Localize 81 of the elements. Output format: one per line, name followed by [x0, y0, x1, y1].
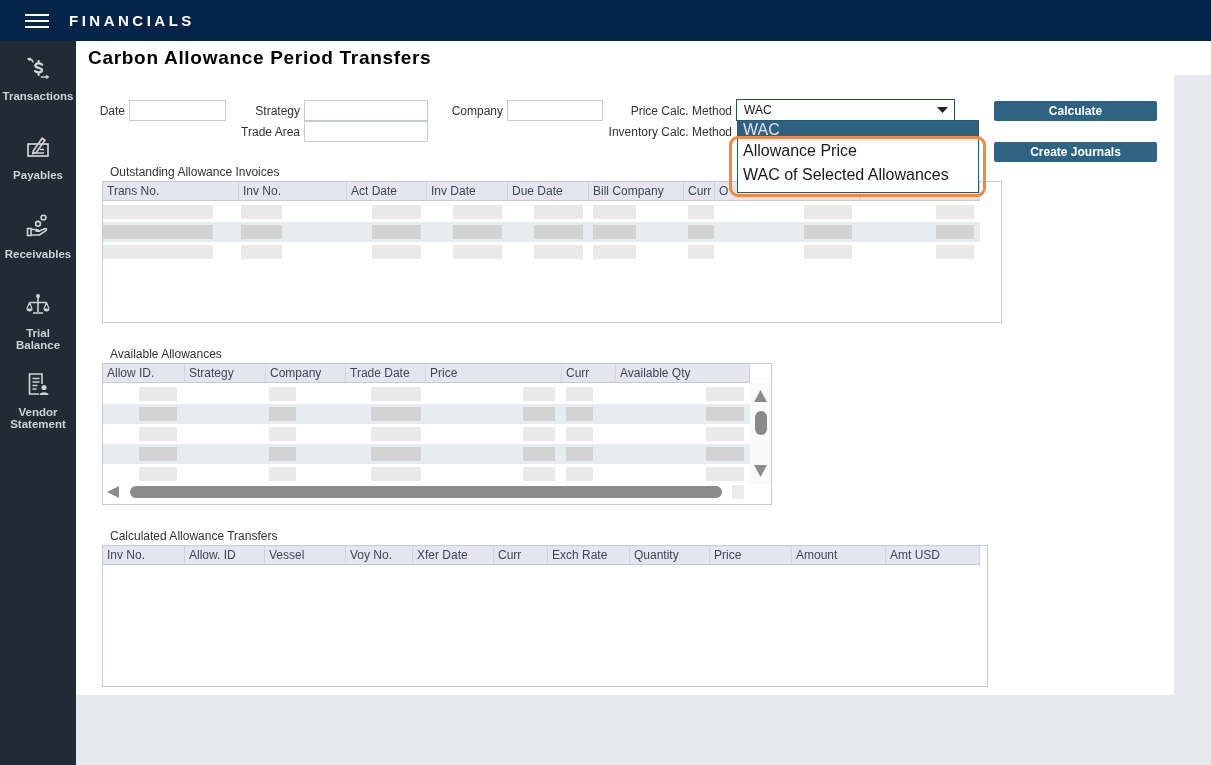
redacted-bar [139, 407, 177, 421]
column-header: Strategy [185, 364, 266, 382]
document-person-icon [26, 372, 50, 396]
redacted-bar [593, 225, 636, 239]
app-title: FINANCIALS [69, 12, 195, 29]
sidebar-item[interactable]: Vendor Statement [0, 372, 76, 430]
redacted-bar [523, 407, 555, 421]
column-header: Vessel [265, 546, 346, 564]
column-header: Bill Company [589, 182, 684, 200]
column-header: Act Date [347, 182, 427, 200]
section-title: Available Allowances [110, 347, 222, 361]
column-header: Price [710, 546, 792, 564]
column-header: Curr [684, 182, 715, 200]
redacted-bar [534, 225, 583, 239]
column-header: Curr [494, 546, 548, 564]
column-header: Company [266, 364, 346, 382]
column-header: Amt USD [886, 546, 980, 564]
menu-icon[interactable] [25, 13, 49, 28]
scroll-left-arrow-icon[interactable] [107, 486, 119, 498]
redacted-bar [804, 225, 852, 239]
column-header: Quantity [630, 546, 710, 564]
action-button[interactable]: Calculate [994, 101, 1157, 121]
sidebar-item[interactable]: Payables [13, 135, 63, 181]
redacted-bar [371, 407, 421, 421]
redacted-bar [706, 407, 744, 421]
sidebar-item[interactable]: Receivables [4, 214, 72, 260]
redacted-bar [269, 407, 296, 421]
hand-coins-icon [26, 214, 50, 238]
input-field[interactable] [507, 100, 603, 121]
input-field[interactable] [304, 121, 428, 142]
field-label: Company [451, 103, 503, 118]
scrollbar-thumb[interactable] [130, 486, 722, 498]
check-pen-icon [26, 135, 50, 159]
section-title: Outstanding Allowance Invoices [110, 165, 280, 179]
field-label: Inventory Calc. Method [608, 124, 732, 139]
column-header: Allow ID. [103, 364, 185, 382]
input-field[interactable] [304, 100, 428, 121]
column-header: Due Date [508, 182, 589, 200]
field-label: Strategy [255, 103, 300, 118]
redacted-bar [372, 225, 421, 239]
column-header: Xfer Date [413, 546, 494, 564]
dollar-arrows-icon [26, 56, 50, 80]
action-button[interactable]: Create Journals [994, 142, 1157, 162]
scrollbar-thumb[interactable] [754, 411, 767, 435]
section-title: Calculated Allowance Transfers [110, 529, 278, 543]
redacted-bar [139, 447, 177, 461]
column-header: Allow. ID [185, 546, 265, 564]
page-title: Carbon Allowance Period Transfers [88, 47, 432, 69]
redacted-bar [371, 447, 421, 461]
column-header: Inv No. [239, 182, 347, 200]
column-header: Inv Date [427, 182, 508, 200]
redacted-bar [269, 447, 296, 461]
redacted-bar [688, 225, 714, 239]
field-label: Trade Area [241, 124, 300, 139]
sidebar-item[interactable]: Trial Balance [0, 293, 76, 351]
column-header: Exch Rate [548, 546, 630, 564]
column-header: Amount [792, 546, 886, 564]
redacted-bar [936, 225, 974, 239]
sidebar-item[interactable]: Transactions [2, 56, 74, 102]
scroll-up-arrow-icon[interactable] [754, 390, 767, 402]
field-label: Price Calc. Method [630, 103, 732, 118]
column-header: Trans No. [103, 182, 239, 200]
scroll-down-arrow-icon[interactable] [754, 465, 767, 477]
column-header: Available Qty [616, 364, 750, 382]
field-label: Date [99, 103, 125, 118]
dropdown-option[interactable]: Allowance Price [738, 139, 978, 163]
redacted-bar [453, 225, 502, 239]
redacted-bar [566, 407, 593, 421]
select-field[interactable]: WAC [736, 99, 955, 121]
redacted-bar [523, 447, 555, 461]
column-header: Inv No. [103, 546, 185, 564]
redacted-bar [566, 447, 593, 461]
column-header: Trade Date [346, 364, 426, 382]
caret-icon [937, 107, 948, 113]
input-field[interactable] [129, 100, 226, 121]
balance-scale-icon [26, 293, 50, 317]
redacted-bar [706, 447, 744, 461]
column-header: Curr [562, 364, 616, 382]
column-header: Price [426, 364, 562, 382]
redacted-bar [241, 225, 282, 239]
column-header: Voy No. [346, 546, 413, 564]
